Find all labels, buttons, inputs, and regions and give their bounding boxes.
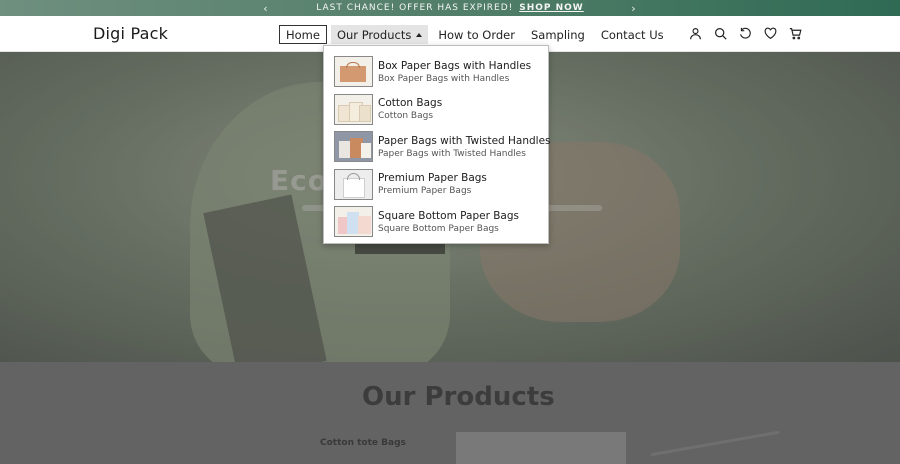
dropdown-item-title: Paper Bags with Twisted Handles xyxy=(378,134,551,147)
announcement-prev-arrow[interactable]: ‹ xyxy=(256,0,276,16)
cotton-bag-thumbnail xyxy=(334,93,373,125)
header-icons xyxy=(688,26,802,40)
account-icon[interactable] xyxy=(688,26,702,40)
nav-how-to-order[interactable]: How to Order xyxy=(432,25,521,44)
announcement-message: LAST CHANCE! OFFER HAS EXPIRED! xyxy=(316,3,514,13)
cart-icon[interactable] xyxy=(788,26,802,40)
main-nav: Home Our Products How to Order Sampling … xyxy=(279,25,674,44)
caret-up-icon xyxy=(416,32,423,37)
dropdown-item-title: Square Bottom Paper Bags xyxy=(378,209,520,222)
dropdown-item-twisted-handle-bags[interactable]: Paper Bags with Twisted Handles Paper Ba… xyxy=(324,128,551,166)
dropdown-item-box-paper-bags[interactable]: Box Paper Bags with Handles Box Paper Ba… xyxy=(324,53,548,91)
dropdown-item-title: Cotton Bags xyxy=(378,97,443,110)
nav-sampling-label: Sampling xyxy=(531,27,585,42)
twisted-handle-bag-thumbnail xyxy=(334,131,373,163)
square-bottom-bag-thumbnail xyxy=(334,206,373,238)
our-products-dropdown: Box Paper Bags with Handles Box Paper Ba… xyxy=(323,45,551,244)
dropdown-item-title: Premium Paper Bags xyxy=(378,172,487,185)
box-paper-bag-thumbnail xyxy=(334,56,373,88)
dropdown-item-subtitle: Square Bottom Paper Bags xyxy=(378,223,499,234)
nav-our-products[interactable]: Our Products xyxy=(330,25,429,44)
announcement-text: LAST CHANCE! OFFER HAS EXPIRED! SHOP NOW xyxy=(316,3,584,13)
dropdown-item-subtitle: Box Paper Bags with Handles xyxy=(378,73,510,84)
announcement-next-arrow[interactable]: › xyxy=(624,0,644,16)
dropdown-item-square-bottom-bags[interactable]: Square Bottom Paper Bags Square Bottom P… xyxy=(324,203,548,241)
dropdown-item-title: Box Paper Bags with Handles xyxy=(378,59,532,72)
nav-contact-us[interactable]: Contact Us xyxy=(595,25,670,44)
dropdown-item-subtitle: Premium Paper Bags xyxy=(378,186,472,197)
nav-sampling[interactable]: Sampling xyxy=(525,25,591,44)
search-icon[interactable] xyxy=(713,26,727,40)
nav-our-products-label: Our Products xyxy=(336,27,412,42)
shop-now-link[interactable]: SHOP NOW xyxy=(519,3,584,13)
dropdown-item-subtitle: Paper Bags with Twisted Handles xyxy=(378,148,526,159)
recently-viewed-icon[interactable] xyxy=(738,26,752,40)
nav-how-to-order-label: How to Order xyxy=(438,27,515,42)
announcement-bar: ‹ LAST CHANCE! OFFER HAS EXPIRED! SHOP N… xyxy=(0,0,900,16)
nav-contact-us-label: Contact Us xyxy=(600,27,664,42)
dropdown-item-subtitle: Cotton Bags xyxy=(378,111,434,122)
premium-paper-bag-thumbnail xyxy=(334,168,373,200)
wishlist-heart-icon[interactable] xyxy=(763,26,777,40)
site-logo[interactable]: Digi Pack xyxy=(93,24,168,43)
nav-home-label: Home xyxy=(286,27,320,42)
dropdown-item-cotton-bags[interactable]: Cotton Bags Cotton Bags xyxy=(324,91,548,129)
dropdown-item-premium-paper-bags[interactable]: Premium Paper Bags Premium Paper Bags xyxy=(324,166,548,204)
nav-home[interactable]: Home xyxy=(279,25,327,44)
